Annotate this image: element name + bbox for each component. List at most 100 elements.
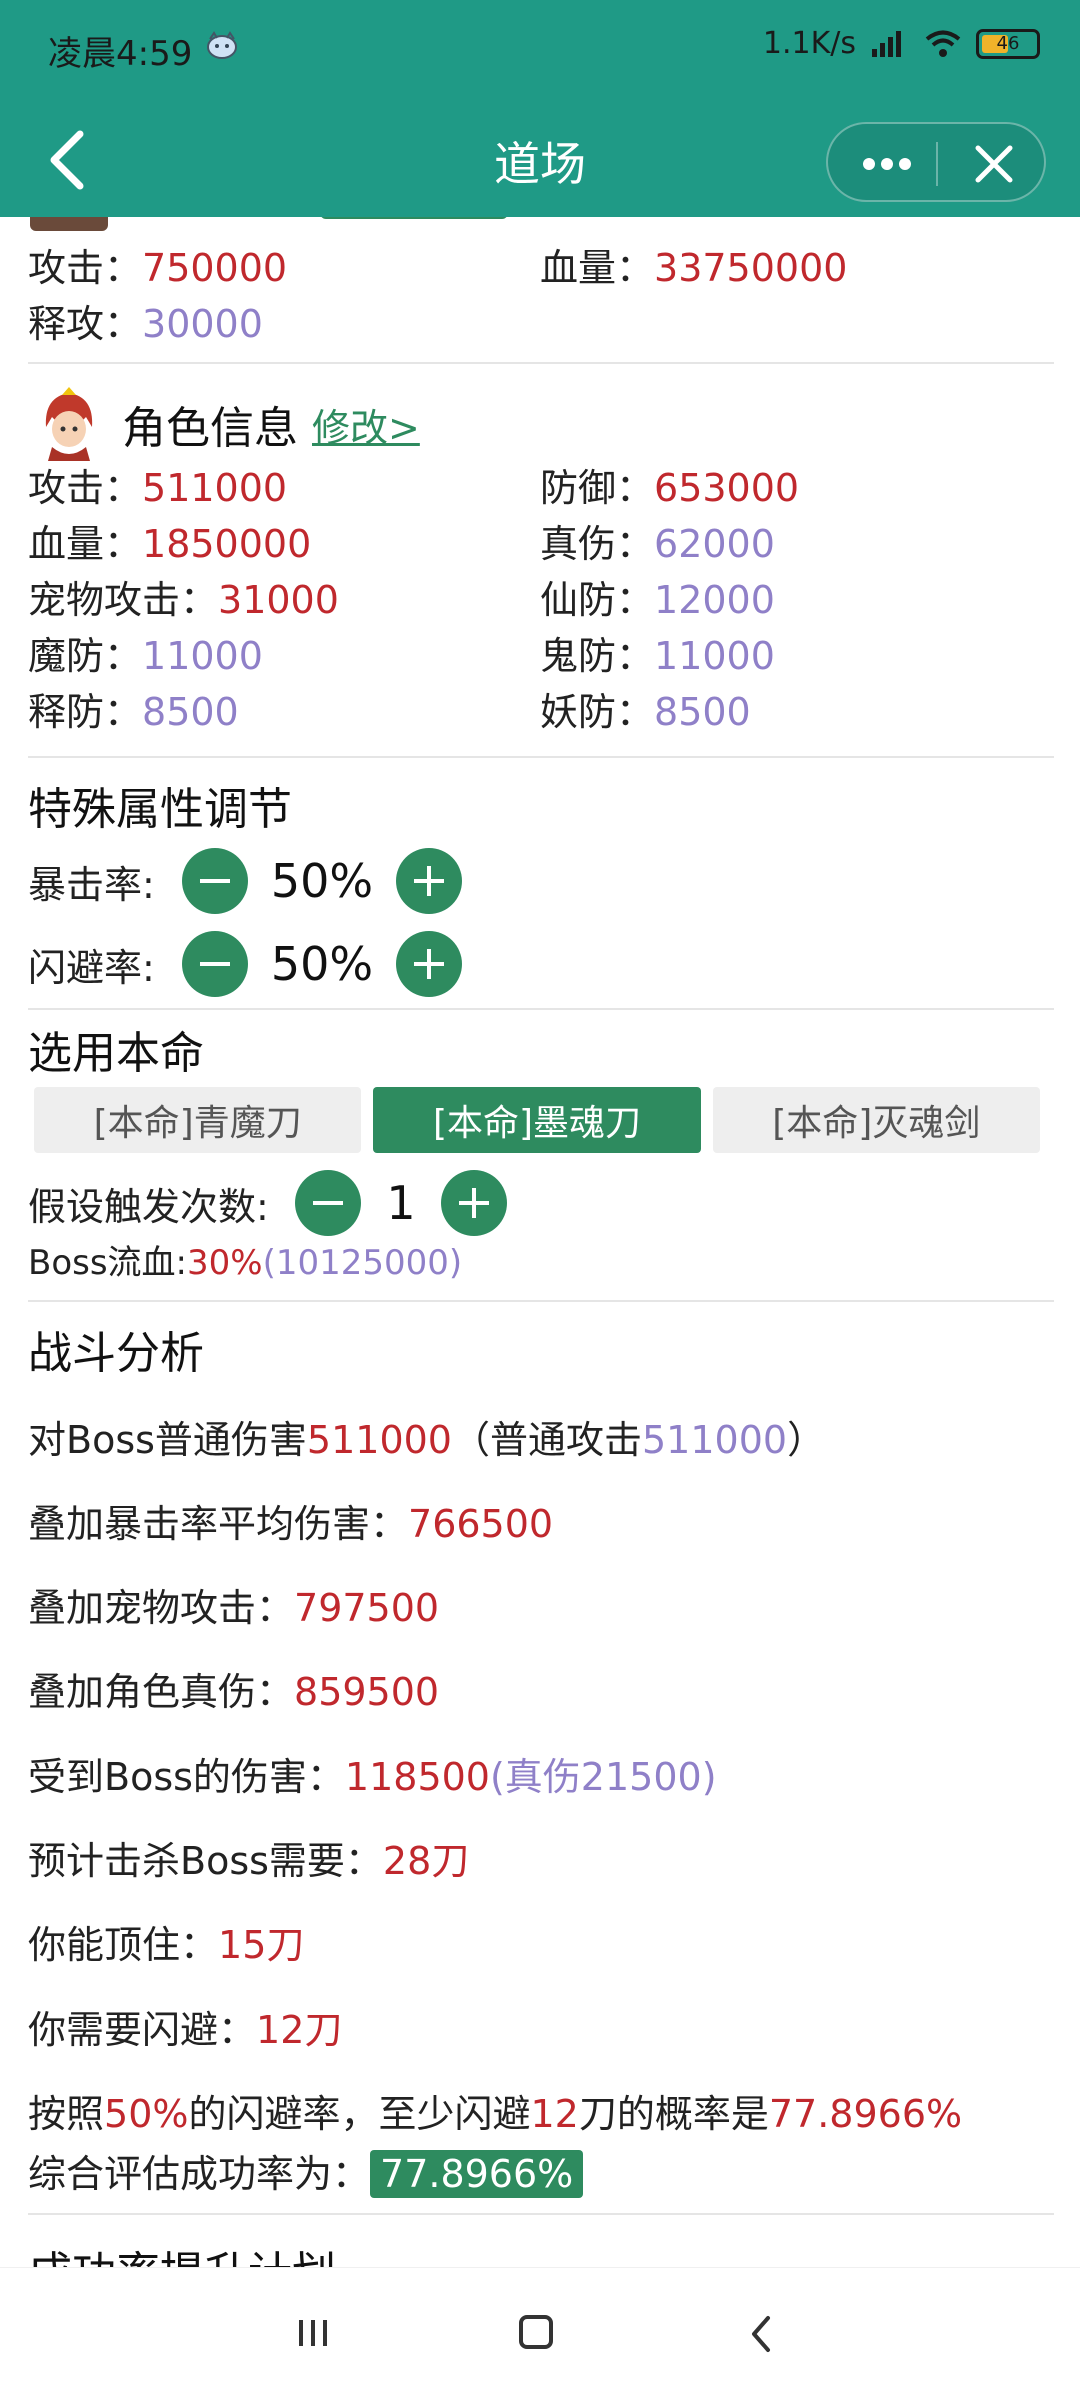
dodge-rate-row: 闪避率: 50%: [28, 931, 462, 997]
crit-rate-value: 50%: [270, 854, 374, 908]
dodge-probability-value: 77.8966%: [768, 2092, 963, 2136]
trigger-plus-button[interactable]: [441, 1170, 507, 1236]
role-stat-label: 鬼防：: [540, 634, 655, 678]
role-stat: 宠物攻击：31000: [28, 575, 339, 625]
role-stat: 魔防：11000: [28, 631, 263, 681]
destiny-tab-qingmo[interactable]: [本命]青魔刀: [34, 1087, 362, 1153]
boss-hp: 血量：33750000: [540, 246, 848, 290]
role-stat-label: 攻击：: [28, 466, 143, 510]
role-stat: 真伤：62000: [540, 519, 775, 569]
top-bar: 凌晨4:59 1.1K/s 46 道场: [0, 0, 1080, 217]
crit-plus-button[interactable]: [396, 848, 462, 914]
destiny-tab-miehun[interactable]: [本命]灭魂剑: [712, 1087, 1040, 1153]
destiny-tab-mohun[interactable]: [本命]墨魂刀: [373, 1087, 701, 1153]
role-stat-label: 宠物攻击：: [28, 578, 219, 622]
destiny-title: 选用本命: [28, 1028, 204, 1079]
crit-avg-line: 叠加暴击率平均伤害：766500: [28, 1502, 554, 1546]
improvement-plan-title: 成功率提升计划: [28, 2237, 336, 2267]
status-bar: 凌晨4:59 1.1K/s 46: [0, 0, 1080, 96]
crit-rate-label: 暴击率:: [28, 862, 155, 907]
home-icon[interactable]: [519, 2315, 553, 2349]
system-back-icon[interactable]: [746, 2314, 776, 2354]
boss-attack: 攻击：750000: [28, 246, 288, 290]
divider: [28, 756, 1054, 758]
battery-icon: 46: [976, 28, 1040, 59]
withstand-line: 你能顶住：15刀: [28, 1923, 305, 1967]
kill-hits-line: 预计击杀Boss需要：28刀: [28, 1839, 470, 1883]
close-icon[interactable]: [966, 142, 1022, 186]
dodge-minus-button[interactable]: [182, 931, 248, 997]
role-stat-value: 62000: [654, 522, 775, 566]
role-stat-label: 仙防：: [540, 578, 655, 622]
special-attr-title: 特殊属性调节: [28, 784, 292, 835]
role-stat-value: 653000: [654, 466, 800, 510]
boss-release-attack: 释攻：30000: [28, 302, 263, 346]
role-stat: 仙防：12000: [540, 575, 775, 625]
dodge-plus-button[interactable]: [396, 931, 462, 997]
dodge-probability-line: 按照50%的闪避率，至少闪避12刀的概率是77.8966%: [28, 2092, 963, 2136]
crit-minus-button[interactable]: [182, 848, 248, 914]
crit-avg-value: 766500: [408, 1502, 554, 1546]
overall-success-line: 综合评估成功率为： 77.8966%: [28, 2149, 584, 2199]
boss-hp-value: 33750000: [654, 246, 848, 290]
analysis-title: 战斗分析: [28, 1328, 204, 1379]
need-dodge-line: 你需要闪避：12刀: [28, 2008, 343, 2052]
divider: [28, 1300, 1054, 1302]
app-notification-icon: [207, 31, 237, 59]
status-right: 1.1K/s 46: [763, 26, 1040, 61]
pet-attack-line: 叠加宠物攻击：797500: [28, 1586, 440, 1630]
destiny-tabs: [本命]青魔刀 [本命]墨魂刀 [本命]灭魂剑: [34, 1087, 1040, 1153]
boss-avatar-partial: [30, 217, 108, 231]
role-stat-label: 魔防：: [28, 634, 143, 678]
divider: [28, 362, 1054, 364]
role-stat-label: 释防：: [28, 690, 143, 734]
withstand-value: 15刀: [218, 1923, 305, 1967]
wifi-icon: [925, 30, 961, 57]
role-avatar: [45, 387, 93, 461]
true-damage-line: 叠加角色真伤：859500: [28, 1670, 440, 1714]
role-stat-value: 8500: [654, 690, 751, 734]
dodge-rate-value: 50%: [270, 937, 374, 991]
role-stat: 鬼防：11000: [540, 631, 775, 681]
content-area[interactable]: 攻击：750000 血量：33750000 释攻：30000 角色信息 修改> …: [0, 217, 1080, 2267]
role-stat-label: 防御：: [540, 466, 655, 510]
damage-taken-true: (真伤21500): [489, 1755, 717, 1799]
damage-taken-value: 118500: [344, 1755, 490, 1799]
divider: [28, 2213, 1054, 2215]
role-stat-value: 11000: [142, 634, 263, 678]
role-stat: 妖防：8500: [540, 687, 751, 737]
modify-link[interactable]: 修改>: [312, 397, 420, 452]
more-icon[interactable]: [852, 142, 922, 186]
normal-damage-value: 511000: [306, 1418, 452, 1462]
battery-level: 46: [996, 32, 1020, 54]
role-stat-value: 12000: [654, 578, 775, 622]
kill-hits-value: 28刀: [382, 1839, 470, 1883]
trigger-count-label: 假设触发次数:: [28, 1184, 269, 1229]
recent-apps-icon[interactable]: [296, 2318, 330, 2348]
crit-rate-row: 暴击率: 50%: [28, 848, 462, 914]
boss-bleed: Boss流血:30%(10125000): [28, 1243, 463, 1283]
role-info-header: 角色信息 修改>: [122, 387, 420, 461]
role-stat: 血量：1850000: [28, 519, 311, 569]
role-stat-value: 8500: [142, 690, 239, 734]
role-stat-value: 1850000: [142, 522, 312, 566]
role-info-title: 角色信息: [122, 403, 298, 454]
capsule-divider: [936, 142, 938, 186]
role-stat-value: 511000: [142, 466, 288, 510]
boss-button-partial[interactable]: [320, 217, 508, 219]
bleed-percent: 30%: [187, 1243, 263, 1283]
role-stat-value: 11000: [654, 634, 775, 678]
overall-success-badge: 77.8966%: [370, 2150, 584, 2198]
trigger-minus-button[interactable]: [295, 1170, 361, 1236]
role-stat-value: 31000: [218, 578, 339, 622]
dodge-rate-label: 闪避率:: [28, 945, 155, 990]
role-stat: 释防：8500: [28, 687, 239, 737]
role-stat-label: 真伤：: [540, 522, 655, 566]
role-stat: 攻击：511000: [28, 463, 287, 513]
true-damage-value: 859500: [294, 1670, 440, 1714]
normal-attack-value: 511000: [642, 1418, 788, 1462]
bleed-amount: (10125000): [262, 1243, 463, 1283]
net-speed: 1.1K/s: [762, 26, 856, 61]
damage-taken-line: 受到Boss的伤害：118500(真伤21500): [28, 1755, 717, 1799]
normal-damage-line: 对Boss普通伤害511000（普通攻击511000）: [28, 1418, 826, 1462]
